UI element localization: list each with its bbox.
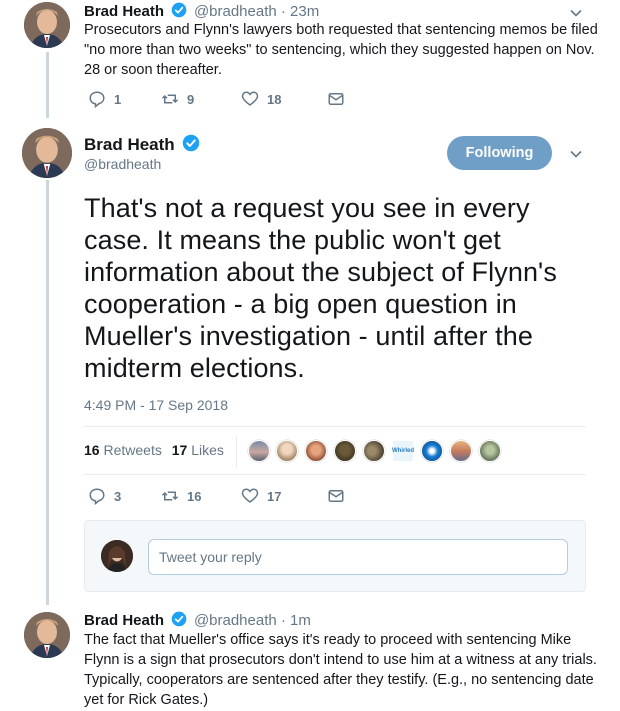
avatar[interactable] [24,2,70,48]
author-handle[interactable]: @bradheath [84,156,161,172]
like-count: 17 [267,488,282,504]
author-name[interactable]: Brad Heath [84,612,164,629]
reply-button[interactable]: 1 [88,90,161,108]
handle-time[interactable]: @bradheath · 23m [194,3,319,20]
avatar[interactable] [24,612,70,658]
liker-avatar[interactable] [248,440,270,462]
liker-avatar[interactable] [334,440,356,462]
reply-input[interactable]: Tweet your reply [148,539,568,575]
stats-separator [236,436,237,468]
like-count: 18 [267,91,282,107]
thread-line-main [46,180,49,605]
author-name[interactable]: Brad Heath [84,3,164,20]
timestamp[interactable]: 4:49 PM - 17 Sep 2018 [84,397,228,413]
like-button[interactable]: 18 [241,90,327,108]
retweet-count: 9 [187,91,195,107]
engagement-stats: 16 Retweets 17 Likes [84,442,224,458]
retweet-button[interactable]: 9 [161,90,241,108]
retweets-stat[interactable]: 16 Retweets [84,442,162,458]
verified-badge-icon [172,2,187,18]
tweet-actions: 1 9 18 [88,90,353,108]
reply-count: 1 [114,91,122,107]
liker-avatar[interactable] [305,440,327,462]
tweet-text: That's not a request you see in every ca… [84,193,557,383]
liker-badge-text: Whirled [392,448,414,454]
divider [84,426,586,427]
retweet-icon [161,491,179,501]
tweet-text: The fact that Mueller's office says it's… [84,632,597,708]
following-button[interactable]: Following [447,136,552,170]
reply-button[interactable]: 3 [88,487,161,505]
verified-badge-icon [172,611,187,627]
reply-icon [89,488,105,505]
liker-avatar[interactable] [450,440,472,462]
chevron-down-icon[interactable] [569,6,583,20]
chevron-down-icon[interactable] [569,147,583,161]
dm-button[interactable] [327,487,353,505]
envelope-icon [328,93,344,105]
liker-avatar[interactable] [421,440,443,462]
likes-stat[interactable]: 17 Likes [172,442,224,458]
handle-time[interactable]: @bradheath · 1m [194,612,311,629]
heart-icon [241,488,259,503]
liker-avatar[interactable] [363,440,385,462]
tweet-actions: 3 16 17 [88,487,353,505]
avatar[interactable] [22,128,72,178]
author-name[interactable]: Brad Heath [84,135,175,154]
liker-avatar[interactable] [276,440,298,462]
heart-icon [241,91,259,106]
retweet-count: 16 [187,488,202,504]
like-button[interactable]: 17 [241,487,327,505]
tweet-text: Prosecutors and Flynn's lawyers both req… [84,22,598,78]
divider [84,474,586,475]
reply-icon [89,91,105,108]
retweet-icon [161,94,179,104]
liker-avatar[interactable]: Whirled [392,440,414,462]
liker-avatar[interactable] [479,440,501,462]
thread-line-top [46,52,49,118]
retweet-button[interactable]: 16 [161,487,241,505]
dm-button[interactable] [327,90,353,108]
envelope-icon [328,490,344,502]
reply-count: 3 [114,488,122,504]
user-avatar [101,540,133,572]
verified-badge-icon [182,134,200,152]
